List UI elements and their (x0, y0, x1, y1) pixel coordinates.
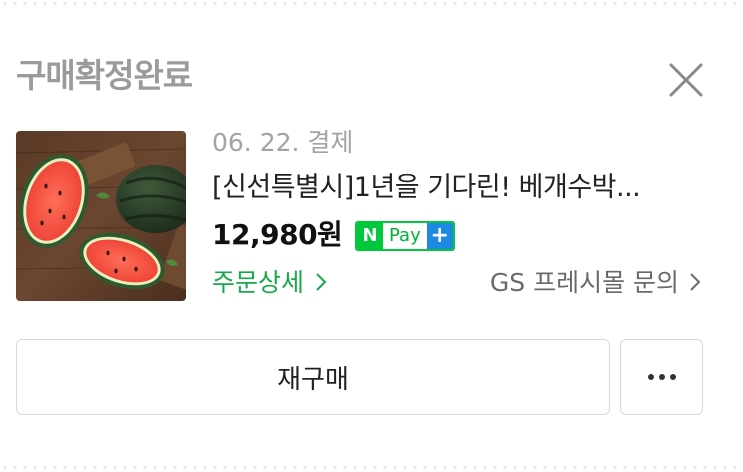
seller-inquiry-label: GS 프레시몰 문의 (489, 268, 680, 297)
order-detail-label: 주문상세 (212, 268, 305, 297)
dotted-divider-bottom (0, 466, 743, 469)
npay-plus-icon: + (426, 223, 453, 249)
more-horizontal-icon (647, 374, 676, 380)
npay-n-logo: N (357, 223, 383, 249)
order-status-title: 구매확정완료 (16, 56, 193, 95)
order-detail-link[interactable]: 주문상세 (212, 266, 328, 300)
chevron-right-icon (316, 273, 327, 291)
more-options-button[interactable] (620, 339, 703, 415)
order-card: 구매확정완료 06. 22. 결제 [신선특별시]1년을 기다린! 베개수박..… (0, 0, 743, 472)
rebuy-button-label: 재구매 (277, 364, 349, 395)
dotted-divider-top (0, 2, 743, 5)
seller-inquiry-link[interactable]: GS 프레시몰 문의 (490, 266, 702, 300)
rebuy-button[interactable]: 재구매 (16, 339, 610, 415)
watermelon-image (16, 131, 186, 301)
npay-pay-label: Pay (389, 225, 421, 246)
product-name[interactable]: [신선특별시]1년을 기다린! 베개수박... (212, 170, 702, 206)
chevron-right-icon (690, 273, 701, 291)
npay-plus-badge: N Pay + (355, 221, 455, 251)
product-thumbnail[interactable] (16, 131, 186, 301)
close-icon (669, 63, 703, 97)
close-button[interactable] (664, 56, 708, 100)
payment-date: 06. 22. 결제 (212, 128, 354, 157)
product-price: 12,980원 (212, 218, 343, 251)
